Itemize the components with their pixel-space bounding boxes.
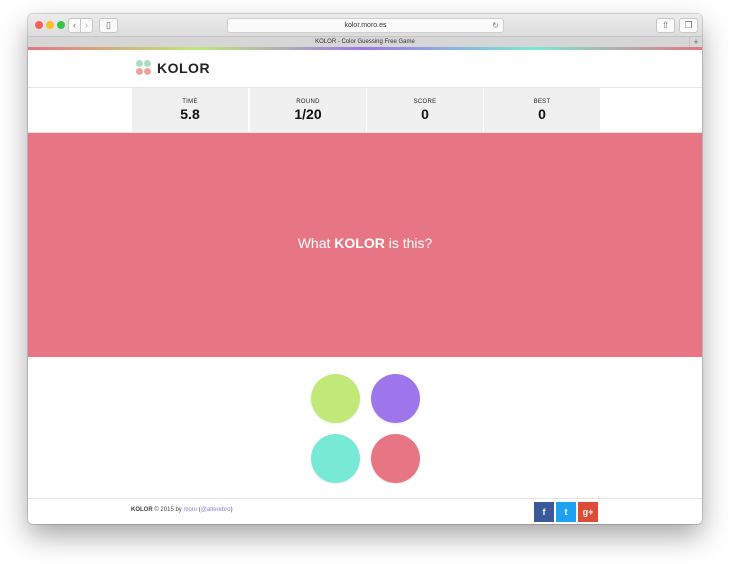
forward-icon[interactable]: › [80, 18, 93, 33]
reload-icon[interactable]: ↻ [492, 19, 499, 32]
stat-value: 0 [421, 106, 429, 122]
facebook-share-icon[interactable]: f [534, 502, 554, 522]
logo-icon [136, 60, 152, 76]
target-color-area: What KOLOR is this? [28, 133, 702, 357]
color-choice-turquoise[interactable] [311, 434, 360, 483]
footer-brand: KOLOR [131, 507, 153, 513]
sidebar-icon[interactable]: ▯ [99, 18, 118, 33]
browser-toolbar: ‹ › ▯ kolor.moro.es ↻ ⇧ ❐ [28, 14, 702, 36]
question-brand: KOLOR [334, 235, 385, 251]
stat-time: TIME 5.8 [132, 88, 248, 132]
stat-label: BEST [533, 99, 551, 105]
address-bar[interactable]: kolor.moro.es ↻ [227, 18, 504, 33]
address-text: kolor.moro.es [344, 22, 387, 29]
tabs-overview-icon[interactable]: ❐ [679, 18, 698, 33]
stat-value: 5.8 [180, 106, 200, 122]
stat-label: TIME [182, 99, 198, 105]
brand-title[interactable]: KOLOR [157, 60, 210, 76]
zoom-window-button[interactable] [57, 21, 65, 29]
twitter-share-icon[interactable]: t [556, 502, 576, 522]
twitter-handle-link[interactable]: @alterebro [201, 507, 231, 513]
browser-window: ‹ › ▯ kolor.moro.es ↻ ⇧ ❐ KOLOR - Color … [28, 14, 702, 524]
stat-value: 1/20 [294, 106, 322, 122]
stat-best: BEST 0 [483, 88, 600, 132]
share-icon[interactable]: ⇧ [656, 18, 675, 33]
footer-credits: KOLOR © 2015 by moro (@alterebro) [131, 507, 233, 513]
stats-bar: TIME 5.8 ROUND 1/20 SCORE 0 BEST 0 [28, 88, 702, 133]
minimize-window-button[interactable] [46, 21, 54, 29]
question-text: What KOLOR is this? [297, 235, 433, 251]
stat-round: ROUND 1/20 [249, 88, 366, 132]
stat-score: SCORE 0 [366, 88, 483, 132]
site-header: KOLOR [28, 50, 702, 88]
site-footer: KOLOR © 2015 by moro (@alterebro) f t g+ [28, 498, 702, 524]
color-choice-purple[interactable] [371, 374, 420, 423]
stat-label: ROUND [296, 99, 320, 105]
color-choice-green[interactable] [311, 374, 360, 423]
stat-label: SCORE [413, 99, 437, 105]
stat-value: 0 [538, 106, 546, 122]
author-link[interactable]: moro [183, 507, 197, 513]
google-plus-share-icon[interactable]: g+ [578, 502, 598, 522]
color-choice-pink[interactable] [371, 434, 420, 483]
close-window-button[interactable] [35, 21, 43, 29]
tab-title[interactable]: KOLOR - Color Guessing Free Game [315, 39, 415, 45]
